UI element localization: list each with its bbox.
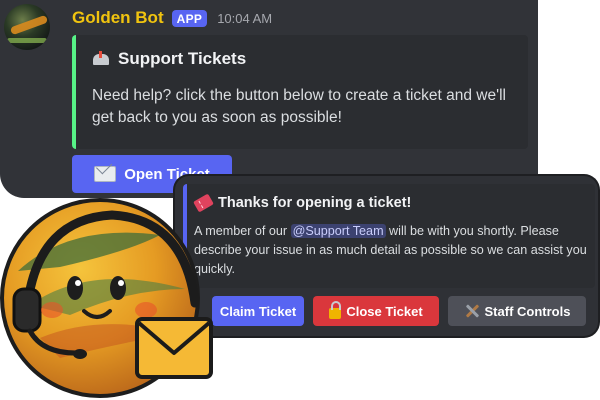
- mascot-illustration: [0, 198, 213, 398]
- tools-icon: [464, 303, 480, 319]
- staff-controls-label: Staff Controls: [484, 303, 571, 319]
- bot-name[interactable]: Golden Bot: [72, 8, 164, 28]
- claim-ticket-label: Claim Ticket: [219, 303, 297, 319]
- ticket-opened-embed: Thanks for opening a ticket! A member of…: [183, 184, 595, 288]
- envelope-icon: [135, 317, 213, 379]
- support-tickets-embed: Support Tickets Need help? click the but…: [72, 35, 528, 149]
- embed-description: A member of our @Support Team will be wi…: [194, 222, 590, 279]
- support-team-mention[interactable]: @Support Team: [290, 224, 386, 238]
- message-header: Golden Bot APP 10:04 AM: [72, 6, 272, 30]
- app-badge: APP: [171, 9, 208, 27]
- embed-description: Need help? click the button below to cre…: [92, 87, 506, 126]
- mailbox-icon: [92, 51, 112, 67]
- message-timestamp: 10:04 AM: [217, 10, 273, 26]
- embed-title: Thanks for opening a ticket!: [193, 193, 412, 213]
- envelope-icon: [94, 166, 117, 182]
- embed-title-text: Support Tickets: [118, 49, 247, 68]
- close-ticket-button[interactable]: Close Ticket: [313, 296, 439, 326]
- embed-title-text: Thanks for opening a ticket!: [218, 195, 412, 211]
- embed-title: Support Tickets: [92, 49, 246, 69]
- close-ticket-label: Close Ticket: [346, 303, 423, 319]
- lock-icon: [329, 300, 342, 319]
- bot-avatar[interactable]: [4, 4, 50, 50]
- staff-controls-button[interactable]: Staff Controls: [448, 296, 586, 326]
- claim-ticket-button[interactable]: Claim Ticket: [212, 296, 304, 326]
